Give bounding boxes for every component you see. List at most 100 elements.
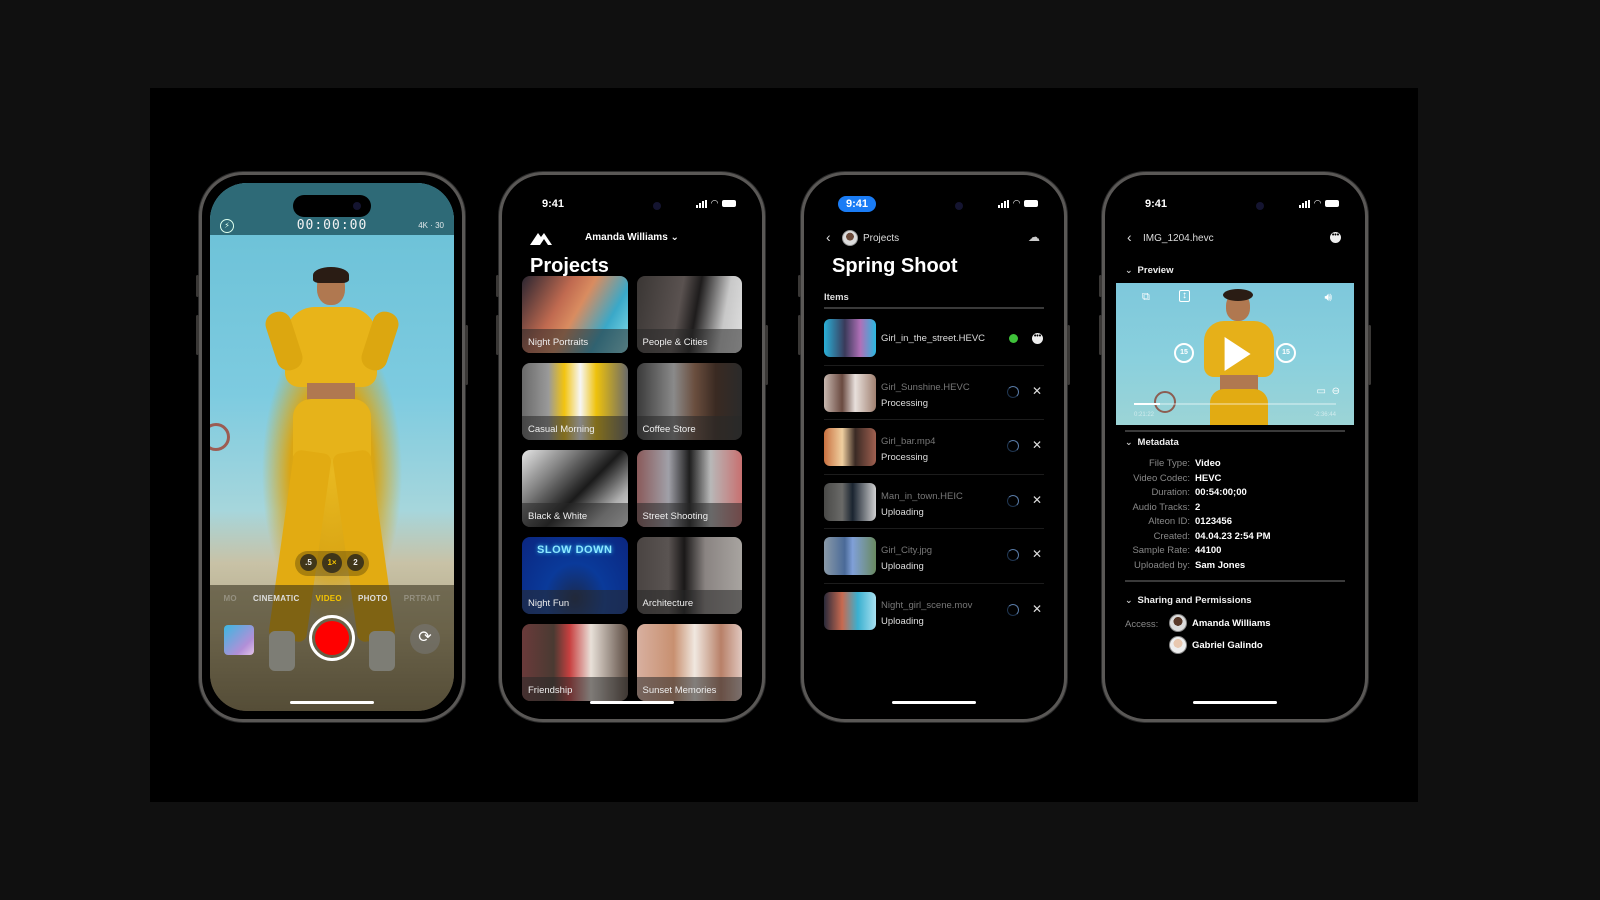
volume-icon[interactable]: 🔊︎	[1324, 290, 1332, 305]
metadata-row: Duration: 00:54:00;00	[1113, 486, 1357, 501]
list-item[interactable]: Girl_in_the_street.HEVC •••	[824, 311, 1044, 366]
account-switcher[interactable]: Amanda Williams ⌄	[510, 232, 754, 243]
sharing-section-toggle[interactable]: ⌄ Sharing and Permissions	[1125, 595, 1252, 606]
divider	[1125, 430, 1345, 432]
project-tile[interactable]: Black & White	[522, 450, 628, 527]
metadata-row: Created: 04.04.23 2:54 PM	[1113, 530, 1357, 545]
cancel-icon[interactable]: ✕	[1032, 384, 1042, 398]
camera-flip-icon[interactable]: ⟳	[410, 624, 440, 654]
shared-user[interactable]: Gabriel Galindo	[1169, 636, 1263, 654]
metadata-value: Sam Jones	[1195, 559, 1246, 571]
metadata-key: Uploaded by:	[1134, 559, 1190, 571]
metadata-value: 04.04.23 2:54 PM	[1195, 530, 1271, 542]
tile-label: Architecture	[636, 590, 742, 614]
picture-in-picture-icon[interactable]: ⧉	[1142, 291, 1150, 304]
metadata-value: HEVC	[1195, 472, 1222, 484]
list-item[interactable]: Girl_City.jpg Uploading ✕	[824, 529, 1044, 584]
project-tile[interactable]: Sunset Memories	[636, 624, 742, 701]
metadata-row: File Type: Video	[1113, 457, 1357, 472]
more-playback-options-icon[interactable]: ⊖	[1332, 386, 1340, 397]
project-tile[interactable]: Casual Morning	[522, 363, 628, 440]
chevron-down-icon: ⌄	[1125, 265, 1133, 275]
list-item[interactable]: Girl_Sunshine.HEVC Processing ✕	[824, 366, 1044, 420]
back-button-label[interactable]: Projects	[863, 233, 899, 244]
metadata-section-toggle[interactable]: ⌄ Metadata	[1125, 437, 1179, 448]
file-detail-screen: 9:41 ◠ ‹ IMG_1204.hevc ••• ⌄ Preview ⧉ ↕	[1113, 183, 1357, 711]
wifi-icon: ◠	[711, 198, 718, 208]
skip-forward-15-icon[interactable]: 15	[1276, 343, 1296, 363]
item-thumbnail	[824, 373, 876, 412]
chevron-down-icon: ⌄	[1125, 437, 1133, 447]
home-indicator[interactable]	[590, 701, 674, 704]
ready-status-dot	[1009, 334, 1018, 343]
account-name: Amanda Williams	[585, 232, 668, 243]
projects-screen: 9:41 ◠ Amanda Williams ⌄ Projects Night …	[510, 183, 754, 711]
airplay-icon[interactable]: ▭	[1317, 386, 1326, 397]
item-list: Girl_in_the_street.HEVC ••• Girl_Sunshin…	[824, 311, 1044, 638]
home-indicator[interactable]	[892, 701, 976, 704]
status-time: 9:41	[838, 196, 877, 212]
mode-slo-mo[interactable]: MO	[223, 594, 237, 603]
project-tile[interactable]: People & Cities	[636, 276, 742, 353]
project-tile[interactable]: Street Shooting	[636, 450, 742, 527]
zoom-option[interactable]: .5	[300, 554, 317, 571]
list-item[interactable]: Night_girl_scene.mov Uploading ✕	[824, 584, 1044, 639]
resolution-framerate[interactable]: 4K · 30	[418, 221, 444, 230]
tile-label: Casual Morning	[522, 416, 628, 440]
phone-file-detail: 9:41 ◠ ‹ IMG_1204.hevc ••• ⌄ Preview ⧉ ↕	[1099, 172, 1371, 722]
play-icon[interactable]	[1224, 337, 1251, 371]
progress-spinner-icon	[1007, 440, 1019, 452]
list-item[interactable]: Man_in_town.HEIC Uploading ✕	[824, 475, 1044, 529]
back-button-label[interactable]: IMG_1204.hevc	[1143, 233, 1214, 244]
wifi-icon: ◠	[1013, 198, 1020, 208]
item-status: Processing	[881, 397, 928, 409]
phone-spring-shoot: 9:41 ◠ ‹ Projects ☁ Spring Shoot Items G…	[798, 172, 1070, 722]
record-button[interactable]	[309, 615, 355, 661]
project-tile[interactable]: SLOW DOWN Night Fun	[522, 537, 628, 614]
aspect-fit-icon[interactable]: ↕	[1179, 290, 1190, 302]
camera-mode-selector: MO CINEMATIC VIDEO PHOTO PRTRAIT	[210, 594, 454, 603]
back-chevron-icon[interactable]: ‹	[826, 229, 831, 245]
home-indicator[interactable]	[290, 701, 374, 704]
project-detail-screen: 9:41 ◠ ‹ Projects ☁ Spring Shoot Items G…	[812, 183, 1056, 711]
metadata-list: File Type: Video Video Codec: HEVC Duration:…	[1113, 457, 1357, 573]
tile-label: Coffee Store	[636, 416, 742, 440]
shared-user[interactable]: Amanda Williams	[1169, 614, 1271, 632]
project-tile[interactable]: Friendship	[522, 624, 628, 701]
mode-photo[interactable]: PHOTO	[358, 594, 388, 603]
cancel-icon[interactable]: ✕	[1032, 438, 1042, 452]
cloud-upload-icon[interactable]: ☁	[1028, 230, 1040, 244]
metadata-value: 00:54:00;00	[1195, 487, 1247, 498]
more-options-icon[interactable]: •••	[1330, 232, 1341, 243]
cancel-icon[interactable]: ✕	[1032, 602, 1042, 616]
cancel-icon[interactable]: ✕	[1032, 493, 1042, 507]
mode-portrait[interactable]: PRTRAIT	[404, 594, 441, 603]
video-scrubber[interactable]	[1134, 403, 1336, 405]
zoom-option[interactable]: 2	[347, 554, 364, 571]
avatar	[1169, 614, 1187, 632]
list-item[interactable]: Girl_bar.mp4 Processing ✕	[824, 420, 1044, 475]
metadata-value: 2	[1195, 501, 1201, 513]
mode-cinematic[interactable]: CINEMATIC	[253, 594, 300, 603]
project-tile[interactable]: Night Portraits	[522, 276, 628, 353]
chevron-down-icon: ⌄	[1125, 595, 1133, 605]
zoom-option-selected[interactable]: 1×	[322, 553, 342, 573]
project-tile[interactable]: Architecture	[636, 537, 742, 614]
cancel-icon[interactable]: ✕	[1032, 547, 1042, 561]
progress-spinner-icon	[1007, 549, 1019, 561]
last-capture-thumbnail[interactable]	[224, 625, 254, 655]
home-indicator[interactable]	[1193, 701, 1277, 704]
skip-back-15-icon[interactable]: 15	[1174, 343, 1194, 363]
tile-label: Sunset Memories	[636, 677, 742, 701]
back-chevron-icon[interactable]: ‹	[1127, 229, 1132, 245]
item-filename: Girl_in_the_street.HEVC	[881, 333, 986, 344]
video-player[interactable]: ⧉ ↕ 🔊︎ 15 15 ▭ ⊖ 0:21:22 -2:36:44	[1116, 283, 1354, 425]
mode-video[interactable]: VIDEO	[316, 594, 342, 603]
item-filename: Girl_bar.mp4	[881, 436, 936, 447]
tile-label: Street Shooting	[636, 503, 742, 527]
item-status: Uploading	[881, 561, 924, 572]
metadata-row: Alteon ID: 0123456	[1113, 515, 1357, 530]
preview-section-toggle[interactable]: ⌄ Preview	[1125, 265, 1173, 276]
more-options-icon[interactable]: •••	[1032, 333, 1043, 344]
project-tile[interactable]: Coffee Store	[636, 363, 742, 440]
